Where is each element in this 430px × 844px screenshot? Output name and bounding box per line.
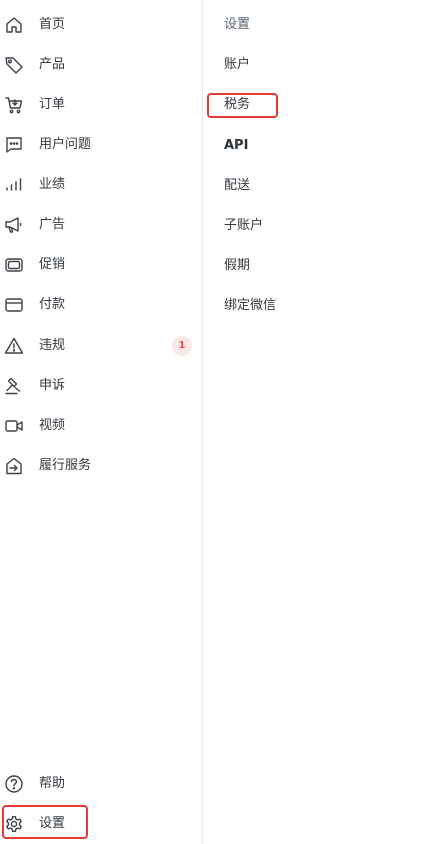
- sidebar-item-label: 视频: [39, 418, 66, 433]
- warning-icon: [4, 336, 24, 356]
- sidebar-item-user-questions[interactable]: 用户问题: [0, 128, 202, 162]
- sidebar-item-ads[interactable]: 广告: [0, 208, 202, 242]
- sidebar-item-help[interactable]: 帮助: [0, 767, 202, 801]
- sidebar-item-products[interactable]: 产品: [0, 48, 202, 82]
- gavel-icon: [4, 376, 24, 396]
- left-sidebar: 首页 产品 订单 用户问题 业绩 广告 促销 付款 违规 1 申诉 视频 履行服…: [0, 0, 203, 844]
- app-root: 首页 产品 订单 用户问题 业绩 广告 促销 付款 违规 1 申诉 视频 履行服…: [0, 0, 430, 844]
- sidebar-item-label: 帮助: [39, 776, 66, 791]
- sidebar-item-label: 违规: [39, 338, 66, 353]
- submenu-item-shipping[interactable]: 配送: [224, 176, 250, 196]
- sidebar-item-label: 订单: [39, 97, 66, 112]
- submenu-item-sub-accounts[interactable]: 子账户: [224, 216, 263, 236]
- help-icon: [4, 774, 24, 794]
- sidebar-item-label: 设置: [39, 816, 66, 831]
- submenu-item-api[interactable]: API: [224, 136, 248, 156]
- sidebar-item-label: 产品: [39, 57, 66, 72]
- sidebar-item-home[interactable]: 首页: [0, 8, 202, 42]
- submenu-item-account[interactable]: 账户: [224, 55, 250, 75]
- sidebar-item-appeals[interactable]: 申诉: [0, 369, 202, 403]
- submenu-item-vacation[interactable]: 假期: [224, 256, 250, 276]
- bar-chart-icon: [4, 175, 24, 195]
- card-icon: [4, 295, 24, 315]
- sidebar-item-label: 促销: [39, 257, 66, 272]
- sidebar-item-fulfillment[interactable]: 履行服务: [0, 449, 202, 483]
- gear-icon: [4, 814, 24, 834]
- sidebar-item-promotions[interactable]: 促销: [0, 248, 202, 282]
- megaphone-icon: [4, 215, 24, 235]
- sidebar-item-label: 业绩: [39, 177, 66, 192]
- submenu-item-bind-wechat[interactable]: 绑定微信: [224, 296, 276, 316]
- sidebar-item-label: 履行服务: [39, 458, 92, 473]
- sidebar-item-performance[interactable]: 业绩: [0, 168, 202, 202]
- sidebar-item-label: 用户问题: [39, 137, 92, 152]
- home-icon: [4, 15, 24, 35]
- sidebar-item-videos[interactable]: 视频: [0, 409, 202, 443]
- sidebar-item-label: 首页: [39, 17, 66, 32]
- violations-count-badge: 1: [172, 336, 192, 356]
- promo-icon: [4, 255, 24, 275]
- sidebar-item-label: 广告: [39, 217, 66, 232]
- settings-submenu: 设置 账户 税务 API 配送 子账户 假期 绑定微信: [204, 0, 430, 844]
- tag-icon: [4, 55, 24, 75]
- video-icon: [4, 416, 24, 436]
- chat-icon: [4, 135, 24, 155]
- sidebar-item-violations[interactable]: 违规 1: [0, 329, 202, 363]
- sidebar-item-settings[interactable]: 设置: [0, 807, 202, 841]
- fulfillment-icon: [4, 456, 24, 476]
- cart-icon: [4, 95, 24, 115]
- sidebar-item-label: 申诉: [39, 378, 66, 393]
- sidebar-item-orders[interactable]: 订单: [0, 88, 202, 122]
- sidebar-item-payments[interactable]: 付款: [0, 288, 202, 322]
- submenu-header: 设置: [224, 17, 251, 32]
- submenu-item-tax[interactable]: 税务: [224, 95, 250, 115]
- sidebar-item-label: 付款: [39, 297, 66, 312]
